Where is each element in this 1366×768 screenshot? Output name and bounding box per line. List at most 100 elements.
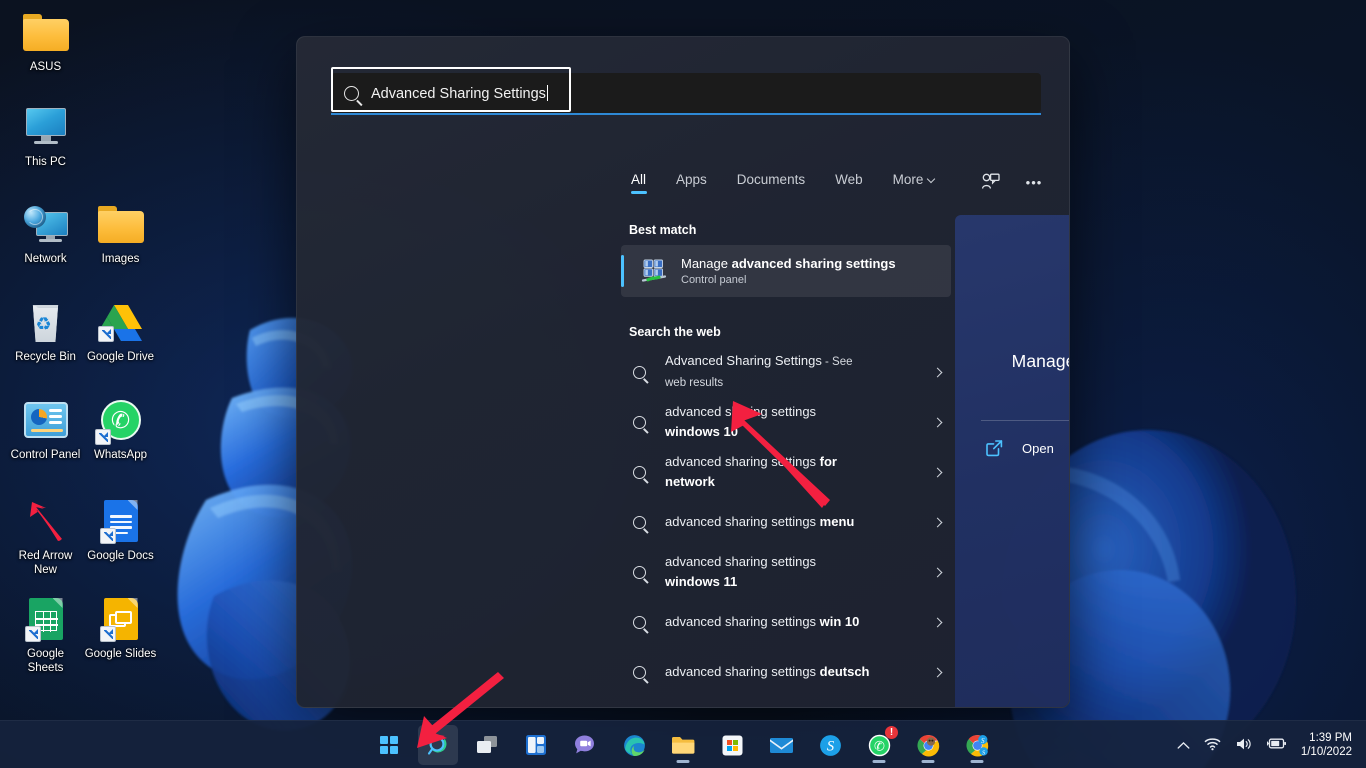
desktop-icon-network[interactable]: Network — [8, 200, 83, 267]
tab-web[interactable]: Web — [831, 170, 867, 194]
desktop-icon-label: Google Docs — [83, 550, 158, 564]
web-suggestion-item[interactable]: advanced sharing settingswindows 11 — [621, 547, 951, 597]
desktop-icon-label: WhatsApp — [83, 449, 158, 463]
desktop-icon-asus[interactable]: ASUS — [8, 8, 83, 75]
task-view-button[interactable] — [467, 725, 507, 765]
store-button[interactable] — [712, 725, 752, 765]
chrome-icon — [917, 734, 940, 757]
web-suggestion-item[interactable]: advanced sharing settings fornetwork — [621, 447, 951, 497]
tab-documents[interactable]: Documents — [733, 170, 809, 194]
chevron-right-icon[interactable] — [933, 567, 943, 577]
search-icon — [633, 366, 646, 379]
mail-button[interactable] — [761, 725, 801, 765]
taskbar: S ✆ ! — [0, 720, 1366, 768]
desktop-icon-images[interactable]: Images — [83, 200, 158, 267]
shortcut-overlay-icon — [95, 429, 111, 445]
search-web-heading: Search the web — [629, 325, 951, 339]
web-suggestion-item[interactable]: advanced sharing settings deutsch — [621, 647, 951, 697]
search-icon — [427, 734, 450, 757]
desktop-icon-label: Images — [83, 253, 158, 267]
search-button[interactable] — [418, 725, 458, 765]
web-suggestion-item[interactable]: advanced sharing settingswindows 10 — [621, 397, 951, 447]
google-sheets-icon — [29, 598, 63, 640]
web-suggestion-item[interactable]: advanced sharing settings win 10 — [621, 597, 951, 647]
desktop-icon-control-panel[interactable]: Control Panel — [8, 396, 83, 463]
chevron-right-icon[interactable] — [933, 467, 943, 477]
open-action-button[interactable]: Open — [985, 439, 1070, 457]
chrome-profile-button[interactable]: S S — [957, 725, 997, 765]
tab-apps[interactable]: Apps — [672, 170, 711, 194]
red-arrow-icon — [28, 501, 68, 541]
chevron-right-icon[interactable] — [933, 417, 943, 427]
best-match-heading: Best match — [629, 223, 951, 237]
svg-text:✆: ✆ — [874, 738, 885, 753]
desktop-icon-label: Control Panel — [8, 449, 83, 463]
more-options-icon[interactable]: ••• — [1021, 169, 1047, 195]
folder-icon — [23, 14, 69, 52]
chevron-right-icon[interactable] — [933, 367, 943, 377]
search-flyout-panel: Advanced Sharing Settings All Apps Docum… — [296, 36, 1070, 708]
search-icon — [633, 566, 646, 579]
file-explorer-button[interactable] — [663, 725, 703, 765]
web-suggestion-text: advanced sharing settings win 10 — [665, 612, 934, 632]
battery-charging-icon[interactable] — [1266, 737, 1287, 753]
start-button[interactable] — [369, 725, 409, 765]
search-input-container[interactable]: Advanced Sharing Settings — [331, 73, 1041, 113]
desktop-icon-red-arrow-new[interactable]: Red Arrow New — [8, 497, 83, 577]
chat-button[interactable] — [565, 725, 605, 765]
desktop-icon-google-drive[interactable]: Google Drive — [83, 298, 158, 365]
desktop-icon-recycle-bin[interactable]: ♺♻Recycle Bin — [8, 298, 83, 365]
search-icon — [633, 616, 646, 629]
search-icon — [344, 86, 359, 101]
chrome-button[interactable] — [908, 725, 948, 765]
clock-date: 1/10/2022 — [1301, 745, 1352, 759]
preview-divider — [981, 420, 1070, 421]
shortcut-overlay-icon — [98, 326, 114, 342]
store-icon — [721, 734, 744, 757]
shortcut-overlay-icon — [25, 626, 41, 642]
web-suggestion-item[interactable]: Advanced Sharing Settings - Seeweb resul… — [621, 347, 951, 397]
chrome-profile-icon: S S — [966, 734, 989, 757]
chevron-right-icon[interactable] — [933, 517, 943, 527]
whatsapp-button[interactable]: ✆ ! — [859, 725, 899, 765]
desktop-icon-google-docs[interactable]: Google Docs — [83, 497, 158, 564]
best-match-result-item[interactable]: Manage advanced sharing settings Control… — [621, 245, 951, 297]
search-icon — [633, 516, 646, 529]
web-suggestion-item[interactable]: advanced sharing settings menu — [621, 497, 951, 547]
chevron-up-icon[interactable] — [1177, 737, 1190, 753]
desktop-icon-label: ASUS — [8, 61, 83, 75]
desktop-icon-this-pc[interactable]: This PC — [8, 103, 83, 170]
system-tray: 1:39 PM 1/10/2022 — [1177, 721, 1352, 768]
folder-icon — [671, 735, 696, 756]
mail-icon — [769, 736, 794, 755]
desktop-icon-google-slides[interactable]: Google Slides — [83, 595, 158, 662]
skype-button[interactable]: S — [810, 725, 850, 765]
web-suggestion-text: advanced sharing settingswindows 10 — [665, 402, 934, 442]
desktop-icon-google-sheets[interactable]: Google Sheets — [8, 595, 83, 675]
search-filter-tabs: All Apps Documents Web More — [627, 170, 938, 194]
taskbar-center-group: S ✆ ! — [369, 721, 997, 768]
widgets-button[interactable] — [516, 725, 556, 765]
search-icon — [633, 666, 646, 679]
network-monitors-icon — [641, 259, 667, 283]
clock[interactable]: 1:39 PM 1/10/2022 — [1301, 731, 1352, 759]
speaker-icon[interactable] — [1235, 737, 1252, 754]
feedback-icon[interactable] — [977, 169, 1003, 195]
chevron-down-icon — [927, 175, 935, 183]
chevron-right-icon[interactable] — [933, 667, 943, 677]
network-icon — [24, 204, 68, 244]
desktop-icon-label: Red Arrow New — [8, 550, 83, 577]
wifi-icon[interactable] — [1204, 737, 1221, 754]
edge-button[interactable] — [614, 725, 654, 765]
tab-more[interactable]: More — [889, 170, 939, 194]
best-match-title: Manage advanced sharing settings — [681, 256, 896, 272]
whatsapp-icon — [97, 396, 145, 444]
desktop-icon-whatsapp[interactable]: WhatsApp — [83, 396, 158, 463]
tab-all[interactable]: All — [627, 170, 650, 194]
chevron-right-icon[interactable] — [933, 617, 943, 627]
search-input-value[interactable]: Advanced Sharing Settings — [371, 85, 548, 102]
web-suggestion-text: advanced sharing settings menu — [665, 512, 934, 532]
open-action-label: Open — [1022, 441, 1054, 456]
preview-pane: Manage advanced sharing settings Control… — [955, 215, 1070, 708]
widgets-icon — [525, 734, 547, 756]
